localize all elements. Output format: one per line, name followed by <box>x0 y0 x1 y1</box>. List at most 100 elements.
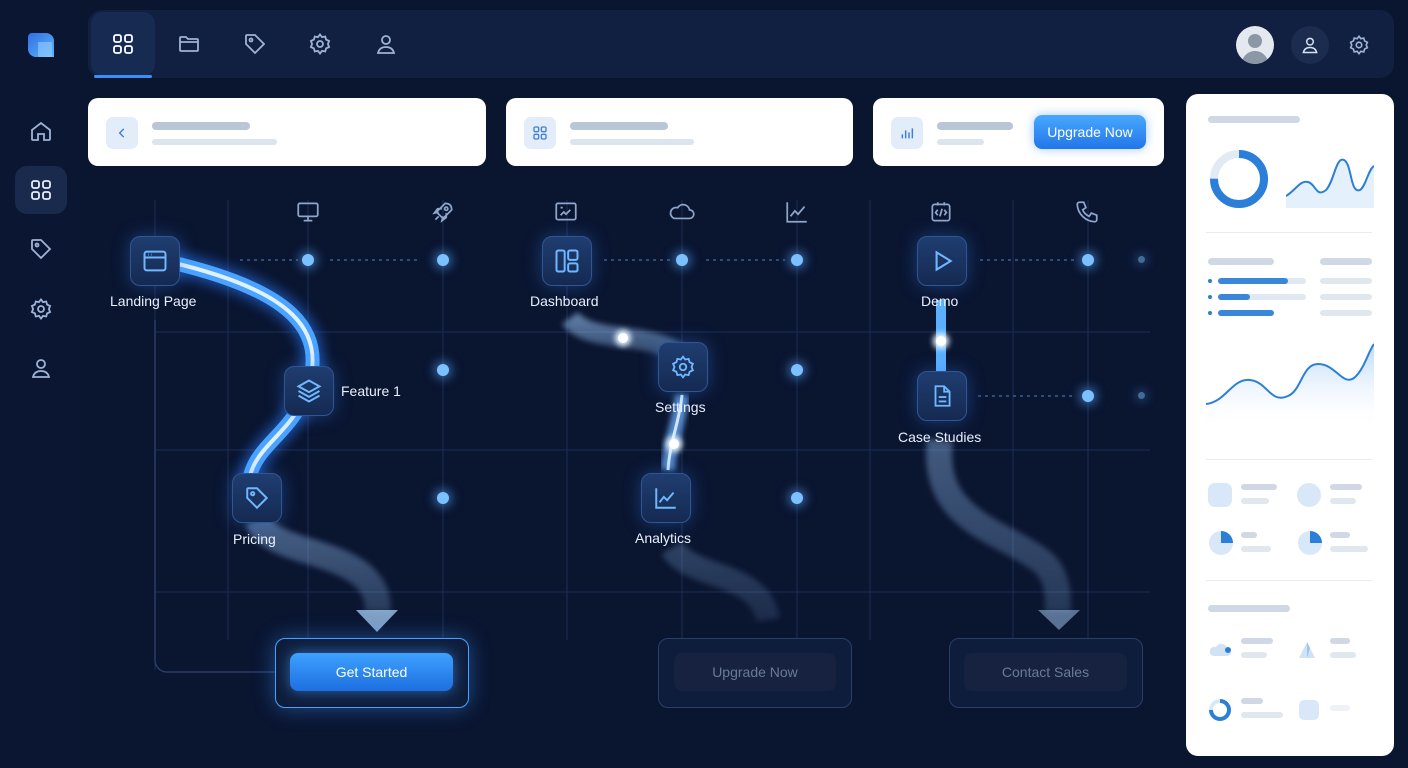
stat-tile-value <box>1330 652 1356 658</box>
stat-tile-label <box>1241 698 1263 704</box>
monitor-icon <box>293 197 323 227</box>
folder-icon <box>179 36 199 52</box>
stat-tile-label <box>1241 638 1273 644</box>
get-started-button[interactable]: Get Started <box>290 653 453 691</box>
gear-icon <box>309 33 331 55</box>
avatar[interactable] <box>1236 26 1274 64</box>
landing-page-node[interactable] <box>130 236 180 286</box>
tab-profile[interactable] <box>354 12 418 76</box>
upgrade-now-flow-button[interactable]: Upgrade Now <box>674 653 836 691</box>
gear-icon <box>671 355 695 379</box>
chevron-left-icon <box>118 128 125 138</box>
gear-icon <box>30 298 52 320</box>
panel-section-title <box>1208 258 1274 265</box>
flow-dot <box>437 364 449 376</box>
flow-dot <box>791 254 803 266</box>
back-button[interactable] <box>106 117 138 149</box>
sidebar-home-button[interactable] <box>15 107 67 155</box>
upgrade-now-button[interactable]: Upgrade Now <box>1034 115 1146 149</box>
chart-board-icon <box>551 197 581 227</box>
trend-icon <box>782 197 812 227</box>
progress-fill <box>1218 310 1274 316</box>
stat-tile-label <box>1330 638 1350 644</box>
rocket-icon <box>428 197 458 227</box>
home-icon <box>31 121 51 141</box>
tab-files[interactable] <box>157 12 221 76</box>
grid-card-icon[interactable] <box>524 117 556 149</box>
case-studies-label: Case Studies <box>898 429 982 445</box>
gear-icon <box>1349 34 1369 56</box>
tab-tags[interactable] <box>223 12 287 76</box>
tab-grid[interactable] <box>91 12 155 76</box>
user-icon <box>31 359 51 378</box>
sidebar-grid-button[interactable] <box>15 166 67 214</box>
tag-icon <box>245 34 266 55</box>
mountain-icon <box>1299 642 1315 658</box>
tag-icon <box>31 239 52 260</box>
browser-icon <box>143 250 167 272</box>
legend-dot <box>1208 279 1212 283</box>
contact-sales-button[interactable]: Contact Sales <box>964 653 1127 691</box>
layout-icon <box>555 249 579 273</box>
analytics-node[interactable] <box>641 473 691 523</box>
active-tab-indicator <box>94 75 152 78</box>
stat-tile-value <box>1241 498 1269 504</box>
pricing-node[interactable] <box>232 473 282 523</box>
code-icon <box>926 197 956 227</box>
stat-tile-value <box>1241 712 1283 718</box>
settings-node[interactable] <box>658 342 708 392</box>
tab-settings[interactable] <box>288 12 352 76</box>
user-icon <box>1302 37 1318 54</box>
panel-divider <box>1206 459 1372 460</box>
cloud-icon <box>667 197 697 227</box>
demo-node[interactable] <box>917 236 967 286</box>
card-title-placeholder <box>937 122 1013 130</box>
stat-tile-value <box>1330 546 1368 552</box>
bar-chart-icon <box>901 128 914 139</box>
case-studies-node[interactable] <box>917 371 967 421</box>
stat-tile-value <box>1241 652 1267 658</box>
flow-dot <box>676 254 688 266</box>
flow-dot <box>1082 390 1094 402</box>
panel-section-title <box>1208 605 1290 612</box>
sidebar-settings-button[interactable] <box>15 285 67 333</box>
feature-1-node[interactable] <box>284 366 334 416</box>
stat-tile-icon <box>1299 700 1319 720</box>
analytics-label: Analytics <box>635 530 692 546</box>
card-title-placeholder <box>570 122 668 130</box>
flow-dot <box>1138 256 1145 263</box>
grid-icon <box>113 34 133 54</box>
card-subtitle-placeholder <box>937 139 984 145</box>
donut-chart <box>1210 150 1268 208</box>
flow-dot <box>437 492 449 504</box>
flow-dot <box>1082 254 1094 266</box>
card-grid <box>506 98 853 166</box>
document-icon <box>934 385 951 407</box>
play-icon <box>935 250 953 272</box>
grid-icon <box>31 180 51 200</box>
stat-tile-value <box>1330 498 1356 504</box>
sidebar-tag-button[interactable] <box>15 225 67 273</box>
ring-icon <box>1209 699 1231 721</box>
settings-button[interactable] <box>1344 30 1374 60</box>
account-button[interactable] <box>1291 26 1329 64</box>
stat-tile-label <box>1330 532 1350 538</box>
panel-row-value <box>1320 310 1372 316</box>
mini-pie-chart <box>1209 531 1233 555</box>
flow-dot <box>437 254 449 266</box>
flow-dot <box>302 254 314 266</box>
stat-tile-label <box>1330 705 1350 711</box>
area-chart <box>1206 343 1374 430</box>
layers-icon <box>296 379 322 403</box>
stat-tile-icon <box>1297 483 1321 507</box>
panel-divider <box>1206 232 1372 233</box>
stat-tile-label <box>1330 484 1362 490</box>
panel-row-value <box>1320 294 1372 300</box>
dashboard-label: Dashboard <box>530 293 599 309</box>
card-subtitle-placeholder <box>570 139 694 145</box>
sidebar-user-button[interactable] <box>15 344 67 392</box>
legend-dot <box>1208 295 1212 299</box>
pricing-label: Pricing <box>233 531 276 547</box>
flow-dot <box>1138 392 1145 399</box>
dashboard-node[interactable] <box>542 236 592 286</box>
